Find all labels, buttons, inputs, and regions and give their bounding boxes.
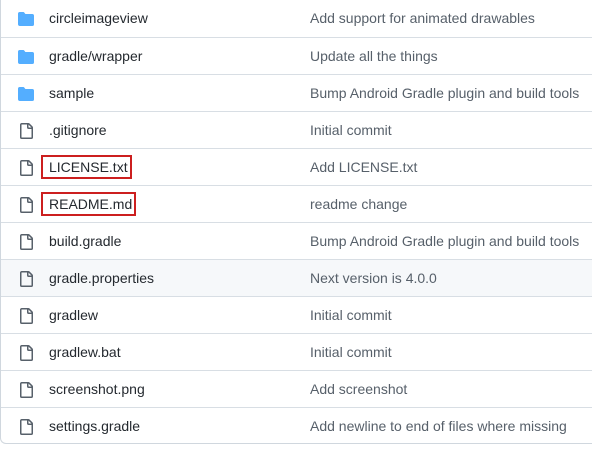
folder-icon	[18, 12, 34, 26]
file-row-gradle-wrapper[interactable]: gradle/wrapper Update all the things	[1, 37, 592, 74]
commit-message-link[interactable]: Next version is 4.0.0	[310, 270, 437, 286]
file-name-link[interactable]: .gitignore	[49, 122, 107, 138]
commit-message-link[interactable]: Initial commit	[310, 122, 392, 138]
file-row-gradle-properties[interactable]: gradle.properties Next version is 4.0.0	[1, 259, 592, 296]
file-name-link[interactable]: settings.gradle	[49, 418, 140, 434]
file-name-link[interactable]: gradlew	[49, 307, 98, 323]
folder-icon	[18, 87, 34, 101]
file-icon	[20, 123, 33, 139]
file-icon	[20, 271, 33, 287]
commit-message-link[interactable]: Bump Android Gradle plugin and build too…	[310, 233, 579, 249]
file-row-gitignore[interactable]: .gitignore Initial commit	[1, 111, 592, 148]
file-name-link[interactable]: gradle/wrapper	[49, 48, 142, 64]
file-icon	[20, 345, 33, 361]
file-name-link[interactable]: gradlew.bat	[49, 344, 121, 360]
folder-icon	[18, 50, 34, 64]
file-name-link[interactable]: sample	[49, 85, 94, 101]
commit-message-link[interactable]: Add support for animated drawables	[310, 10, 535, 26]
highlighted-file-name: README.md	[41, 186, 137, 222]
highlighted-file-name: LICENSE.txt	[41, 149, 132, 185]
file-icon	[20, 160, 33, 176]
file-row-circleimageview[interactable]: circleimageview Add support for animated…	[1, 0, 592, 37]
file-row-readme[interactable]: README.md readme change	[1, 185, 592, 222]
commit-message-link[interactable]: Update all the things	[310, 48, 438, 64]
file-name-link[interactable]: README.md	[49, 196, 132, 212]
file-icon	[20, 419, 33, 435]
file-row-sample[interactable]: sample Bump Android Gradle plugin and bu…	[1, 74, 592, 111]
file-icon	[20, 234, 33, 250]
file-name-link[interactable]: circleimageview	[49, 10, 148, 26]
commit-message-link[interactable]: readme change	[310, 196, 407, 212]
commit-message-link[interactable]: Add screenshot	[310, 381, 407, 397]
commit-message-link[interactable]: Initial commit	[310, 344, 392, 360]
file-row-screenshot[interactable]: screenshot.png Add screenshot	[1, 370, 592, 407]
file-name-link[interactable]: LICENSE.txt	[49, 159, 128, 175]
file-list: circleimageview Add support for animated…	[0, 0, 592, 444]
file-icon	[20, 382, 33, 398]
file-row-build-gradle[interactable]: build.gradle Bump Android Gradle plugin …	[1, 222, 592, 259]
commit-message-link[interactable]: Add LICENSE.txt	[310, 159, 417, 175]
file-name-link[interactable]: build.gradle	[49, 233, 121, 249]
file-row-gradlew[interactable]: gradlew Initial commit	[1, 296, 592, 333]
file-row-license[interactable]: LICENSE.txt Add LICENSE.txt	[1, 148, 592, 185]
file-icon	[20, 308, 33, 324]
file-row-settings-gradle[interactable]: settings.gradle Add newline to end of fi…	[1, 407, 592, 443]
commit-message-link[interactable]: Initial commit	[310, 307, 392, 323]
file-name-link[interactable]: screenshot.png	[49, 381, 145, 397]
file-name-link[interactable]: gradle.properties	[49, 270, 154, 286]
file-icon	[20, 197, 33, 213]
commit-message-link[interactable]: Add newline to end of files where missin…	[310, 418, 567, 434]
file-row-gradlew-bat[interactable]: gradlew.bat Initial commit	[1, 333, 592, 370]
commit-message-link[interactable]: Bump Android Gradle plugin and build too…	[310, 85, 579, 101]
